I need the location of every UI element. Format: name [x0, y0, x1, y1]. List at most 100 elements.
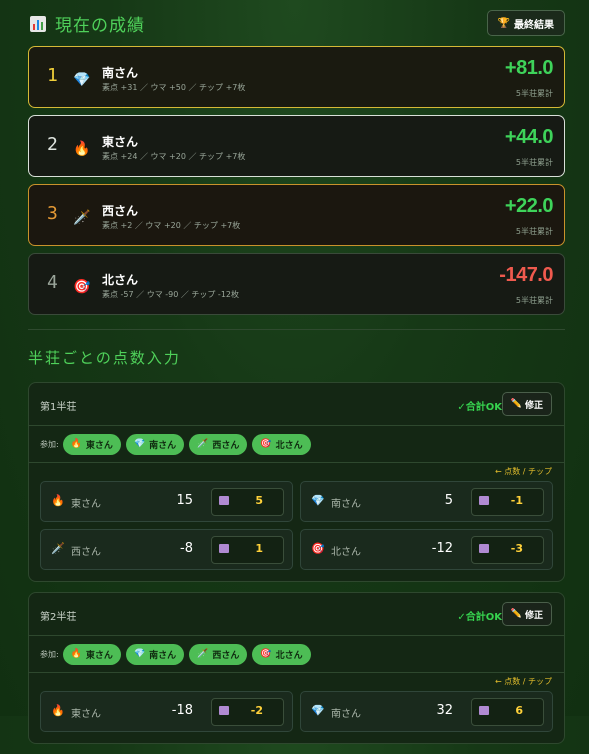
participant-chip[interactable]: 🔥 東さん	[62, 433, 121, 455]
sum-ok-badge: ✓合計OK	[457, 402, 502, 413]
chip-input[interactable]: 1	[211, 536, 284, 564]
participants-label: 参加:	[40, 649, 59, 659]
player-icon: 🔥	[73, 141, 91, 157]
hanchan-header: 第2半荘 ✓合計OK ✏️ 修正	[29, 593, 564, 636]
rank-number: 1	[47, 65, 58, 86]
edit-label: 修正	[524, 610, 543, 621]
participant-chip[interactable]: 🎯 北さん	[252, 643, 311, 665]
standing-card[interactable]: 4 🎯 北さん 素点 -57 ／ ウマ -90 ／ チップ -12枚 -147.0 5半荘…	[28, 253, 565, 315]
score-input[interactable]: 15	[159, 493, 193, 508]
participants-row: 参加: 🔥 東さん 💎 南さん 🗡️ 西さん 🎯 北さん	[29, 426, 564, 463]
player-name: 南さん	[102, 66, 139, 80]
participant-chip[interactable]: 💎 南さん	[125, 433, 185, 455]
hanchan-card: 第2半荘 ✓合計OK ✏️ 修正 参加: 🔥 東さん 💎 南さん 🗡️ 西さん 🎯 北さん ← 点数 / …	[28, 592, 565, 744]
edit-button[interactable]: ✏️ 修正	[501, 602, 552, 626]
score-input[interactable]: -8	[159, 541, 193, 556]
chip-input[interactable]: 6	[471, 698, 544, 726]
player-icon: 💎	[73, 72, 91, 88]
chip-icon	[479, 544, 489, 553]
score-entry: 💎 南さん 32 6	[300, 691, 553, 732]
standing-card[interactable]: 2 🔥 東さん 素点 +24 ／ ウマ +20 ／ チップ +7枚 +44.0 5半荘累計	[28, 115, 565, 177]
total-score: +22.0	[504, 195, 554, 217]
player-icon: 💎	[133, 649, 146, 659]
sum-ok-badge: ✓合計OK	[457, 612, 502, 623]
participant-name: 東さん	[85, 440, 113, 451]
hanchan-header: 第1半荘 ✓合計OK ✏️ 修正	[29, 383, 564, 426]
score-detail: 素点 -57 ／ ウマ -90 ／ チップ -12枚	[102, 290, 239, 299]
chip-value: 1	[255, 542, 263, 555]
section-title: 半荘ごとの点数入力	[28, 349, 181, 367]
player-name: 東さん	[71, 709, 101, 720]
player-icon: 🗡️	[197, 649, 209, 659]
score-entry: 🗡️ 西さん -8 1	[40, 529, 293, 570]
player-icon: 🔥	[51, 704, 65, 717]
rank-number: 4	[47, 272, 58, 293]
score-entry: 🎯 北さん -12 -3	[300, 529, 553, 570]
bar-chart-icon	[30, 15, 46, 32]
participant-name: 東さん	[85, 650, 113, 661]
score-grid: 🔥 東さん -18 -2 💎 南さん 32 6	[29, 691, 564, 743]
score-input[interactable]: -12	[419, 541, 453, 556]
participant-name: 西さん	[212, 650, 240, 661]
player-icon: 🗡️	[51, 542, 65, 555]
player-name: 北さん	[331, 547, 361, 558]
player-name: 西さん	[102, 204, 139, 218]
score-input[interactable]: 5	[419, 493, 453, 508]
score-grid: 🔥 東さん 15 5 💎 南さん 5 -1 🗡️ 西さん -8 1 🎯 北さん -12 -3	[29, 481, 564, 581]
participant-name: 北さん	[275, 440, 303, 451]
participant-chip[interactable]: 🎯 北さん	[252, 433, 311, 455]
participant-name: 北さん	[275, 650, 303, 661]
player-icon: 🎯	[73, 279, 91, 295]
total-score: +81.0	[504, 57, 554, 79]
participants-label: 参加:	[40, 439, 59, 449]
player-name: 北さん	[102, 273, 139, 287]
chip-icon	[479, 706, 489, 715]
chip-value: 6	[515, 704, 523, 717]
standings-list: 1 💎 南さん素点 +31 ／ ウマ +50 ／ チップ +7枚 +81.0 5半荘累計…	[28, 46, 565, 315]
rank-number: 3	[47, 203, 58, 224]
player-name: 東さん	[102, 135, 139, 149]
player-name: 南さん	[331, 709, 361, 720]
chip-value: -1	[510, 494, 523, 507]
chip-icon	[219, 706, 229, 715]
main-wrap: 現在の成績 🏆 最終結果 1 💎 南さん 素点 +31 ／ ウマ +50 ／ チップ …	[28, 0, 565, 754]
score-entry: 🔥 東さん -18 -2	[40, 691, 293, 732]
player-name: 東さん	[71, 499, 101, 510]
participant-name: 南さん	[149, 440, 177, 451]
score-detail: 素点 +2 ／ ウマ +20 ／ チップ +7枚	[102, 221, 241, 230]
player-name: 南さん	[331, 499, 361, 510]
header: 現在の成績 🏆 最終結果	[28, 0, 565, 46]
divider	[28, 329, 565, 330]
chip-input[interactable]: -2	[211, 698, 284, 726]
player-icon: 🔥	[51, 494, 65, 507]
chip-value: 5	[255, 494, 263, 507]
total-caption: 5半荘累計	[515, 158, 553, 167]
hanchan-title: 第2半荘	[40, 612, 77, 623]
player-icon: 💎	[133, 439, 146, 449]
participant-chip[interactable]: 🗡️ 西さん	[189, 433, 248, 455]
chip-input[interactable]: 5	[211, 488, 284, 516]
score-entry: 🔥 東さん 15 5	[40, 481, 293, 522]
player-name: 西さん	[71, 547, 101, 558]
final-result-button[interactable]: 🏆 最終結果	[486, 10, 565, 36]
participant-chip[interactable]: 💎 南さん	[125, 643, 185, 665]
edit-label: 修正	[524, 400, 543, 411]
pencil-icon: ✏️	[510, 609, 522, 619]
standing-card[interactable]: 3 🗡️ 西さん 素点 +2 ／ ウマ +20 ／ チップ +7枚 +22.0 5半荘累計	[28, 184, 565, 246]
edit-button[interactable]: ✏️ 修正	[501, 392, 552, 416]
chip-value: -3	[510, 542, 523, 555]
chip-value: -2	[250, 704, 263, 717]
page-title-text: 現在の成績	[55, 16, 145, 36]
standing-card[interactable]: 1 💎 南さん 素点 +31 ／ ウマ +50 ／ チップ +7枚 +81.0 5半荘累計	[28, 46, 565, 108]
hanchan-list: 第1半荘 ✓合計OK ✏️ 修正 参加: 🔥 東さん 💎 南さん 🗡️ 西さん 🎯 北さん ← 点数 / …	[28, 382, 565, 744]
participant-chip[interactable]: 🗡️ 西さん	[189, 643, 248, 665]
participant-chip[interactable]: 🔥 東さん	[62, 643, 121, 665]
page-title: 現在の成績	[30, 11, 145, 36]
player-icon: 🎯	[260, 649, 272, 659]
participant-name: 南さん	[149, 650, 177, 661]
chip-input[interactable]: -1	[471, 488, 544, 516]
score-detail: 素点 +31 ／ ウマ +50 ／ チップ +7枚	[102, 83, 246, 92]
pencil-icon: ✏️	[510, 399, 522, 409]
chip-icon	[479, 496, 489, 505]
chip-input[interactable]: -3	[471, 536, 544, 564]
